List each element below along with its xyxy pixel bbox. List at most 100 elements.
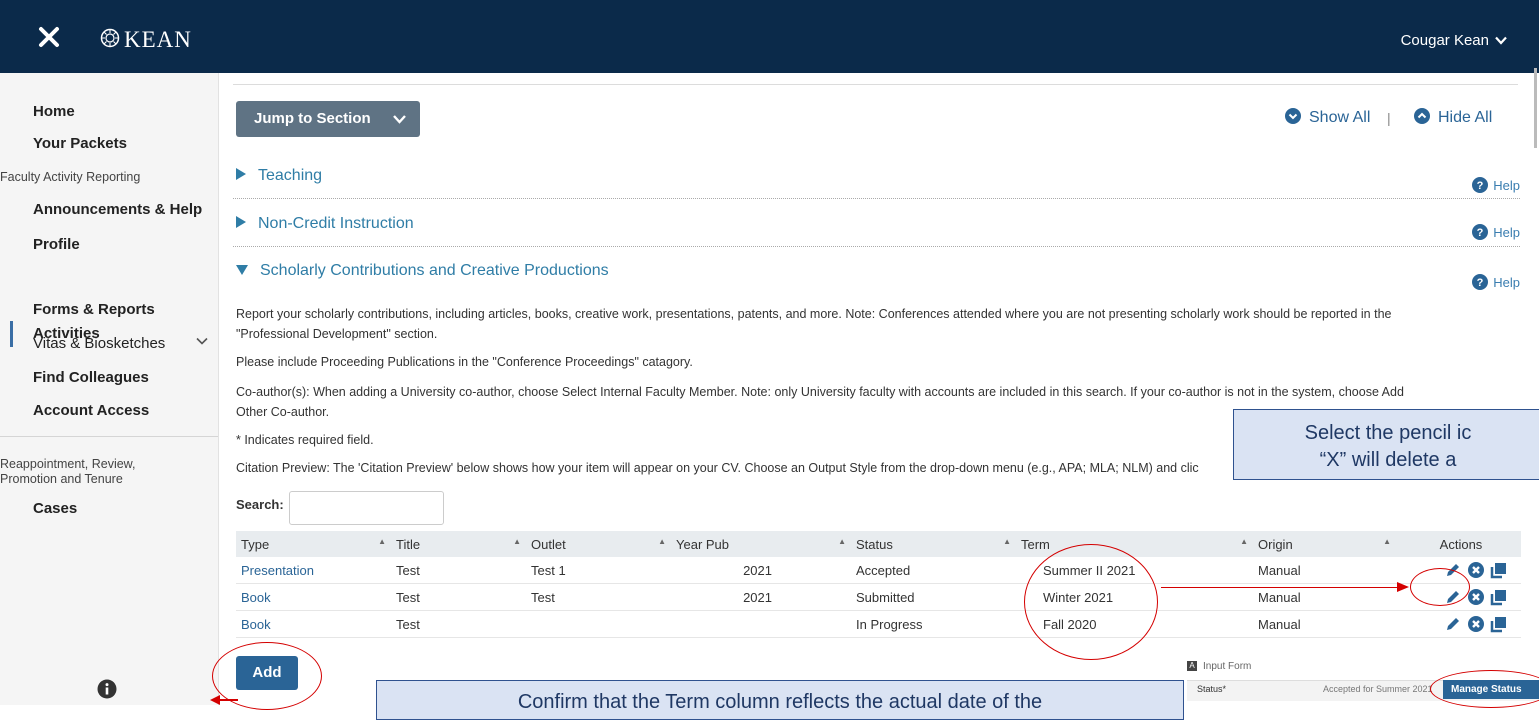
help-link[interactable]: ? Help <box>1472 177 1520 193</box>
section-scholarly-title: Scholarly Contributions and Creative Pro… <box>260 262 609 279</box>
section-teaching-title: Teaching <box>258 167 323 184</box>
table-row: Presentation Test Test 1 2021 Accepted S… <box>236 557 1521 584</box>
question-circle-icon: ? <box>1472 177 1489 193</box>
show-all-link[interactable]: Show All <box>1285 108 1370 127</box>
hide-all-link[interactable]: Hide All <box>1414 108 1492 127</box>
sidebar-item-find-colleagues[interactable]: Find Colleagues <box>33 369 149 386</box>
sort-icon: ▲ <box>378 536 386 546</box>
delete-x-icon[interactable] <box>1467 561 1485 579</box>
origin-cell: Manual <box>1258 610 1401 638</box>
sort-icon: ▲ <box>1003 536 1011 546</box>
sidebar-item-forms-reports[interactable]: Forms & Reports <box>33 301 155 318</box>
show-all-label: Show All <box>1309 109 1371 126</box>
instruction-text: "Professional Development" section. <box>236 327 438 341</box>
column-header-origin[interactable]: Origin ▲ <box>1258 531 1401 557</box>
help-label: Help <box>1493 275 1520 290</box>
origin-cell: Manual <box>1258 557 1401 584</box>
delete-x-icon[interactable] <box>1467 615 1485 633</box>
title-cell: Test <box>396 610 531 638</box>
chevron-down-icon[interactable] <box>196 335 208 347</box>
column-header-type[interactable]: Type ▲ <box>236 531 396 557</box>
info-icon[interactable] <box>97 679 117 699</box>
annotation-arrow-line <box>1161 587 1401 588</box>
year-cell <box>676 610 856 638</box>
section-divider <box>233 246 1520 247</box>
user-name: Cougar Kean <box>1400 32 1489 49</box>
column-header-title[interactable]: Title ▲ <box>396 531 531 557</box>
active-indicator <box>10 321 13 347</box>
caret-down-icon <box>236 265 248 275</box>
term-callout: Confirm that the Term column reflects th… <box>376 680 1184 720</box>
chevron-circle-down-icon <box>1285 108 1301 124</box>
chevron-down-icon <box>1495 36 1507 45</box>
type-link[interactable]: Presentation <box>241 563 314 578</box>
caret-right-icon <box>236 216 246 228</box>
sidebar: Home Your Packets Faculty Activity Repor… <box>0 73 219 705</box>
sort-icon: ▲ <box>838 536 846 546</box>
sidebar-divider <box>0 436 218 437</box>
outlet-cell: Test 1 <box>531 557 676 584</box>
instruction-text: Please include Proceeding Publications i… <box>236 355 693 369</box>
svg-text:?: ? <box>1477 227 1484 239</box>
close-menu-icon[interactable] <box>38 26 60 48</box>
outlet-cell: Test <box>531 583 676 611</box>
copy-icon[interactable] <box>1490 561 1508 579</box>
sidebar-group-faculty-activity-reporting: Faculty Activity Reporting <box>0 170 141 184</box>
sort-icon: ▲ <box>1383 536 1391 546</box>
sort-icon: ▲ <box>513 536 521 546</box>
pencil-edit-icon[interactable] <box>1444 615 1462 633</box>
search-input[interactable] <box>289 491 444 525</box>
scrollbar[interactable] <box>1534 68 1537 148</box>
copy-icon[interactable] <box>1490 588 1508 606</box>
top-divider <box>233 84 1518 85</box>
sidebar-item-announcements[interactable]: Announcements & Help <box>33 201 202 218</box>
section-scholarly[interactable]: Scholarly Contributions and Creative Pro… <box>236 262 609 280</box>
jump-to-section-button[interactable]: Jump to Section <box>236 101 420 137</box>
copy-icon[interactable] <box>1490 615 1508 633</box>
column-header-outlet[interactable]: Outlet ▲ <box>531 531 676 557</box>
arrowhead-icon <box>1397 582 1409 592</box>
help-label: Help <box>1493 225 1520 240</box>
help-link[interactable]: ? Help <box>1472 274 1520 290</box>
arrowhead-icon <box>210 695 238 705</box>
column-header-status[interactable]: Status ▲ <box>856 531 1021 557</box>
term-highlight-circle <box>1024 544 1158 660</box>
section-noncredit-title: Non-Credit Instruction <box>258 215 414 232</box>
type-link[interactable]: Book <box>241 617 271 632</box>
type-link[interactable]: Book <box>241 590 271 605</box>
help-link[interactable]: ? Help <box>1472 224 1520 240</box>
help-label: Help <box>1493 178 1520 193</box>
title-cell: Test <box>396 583 531 611</box>
sidebar-item-vitas[interactable]: Vitas & Biosketches <box>33 335 165 352</box>
sort-icon: ▲ <box>1240 536 1248 546</box>
delete-x-icon[interactable] <box>1467 588 1485 606</box>
thumbnail-letter: A <box>1187 661 1197 671</box>
sidebar-item-cases[interactable]: Cases <box>33 500 77 517</box>
table-header-row: Type ▲ Title ▲ Outlet ▲ Year Pub ▲ Status ▲ T… <box>236 531 1521 557</box>
thumbnail-title: Input Form <box>1203 661 1252 672</box>
brand-logo[interactable]: KEAN <box>124 27 192 53</box>
sidebar-item-profile[interactable]: Profile <box>33 236 80 253</box>
question-circle-icon: ? <box>1472 274 1489 290</box>
sidebar-item-account-access[interactable]: Account Access <box>33 402 149 419</box>
sidebar-item-your-packets[interactable]: Your Packets <box>33 135 127 152</box>
section-noncredit[interactable]: Non-Credit Instruction <box>236 215 414 233</box>
outlet-cell <box>531 610 676 638</box>
callout-line: Select the pencil ic <box>1304 422 1472 444</box>
svg-text:?: ? <box>1477 180 1484 192</box>
svg-text:?: ? <box>1477 277 1484 289</box>
sidebar-group-rprt-line1: Reappointment, Review, <box>0 457 136 471</box>
jump-label: Jump to Section <box>254 110 371 127</box>
user-menu[interactable]: Cougar Kean <box>1401 32 1507 49</box>
top-navbar: KEAN Cougar Kean <box>0 0 1539 73</box>
chevron-down-icon <box>393 115 406 124</box>
section-teaching[interactable]: Teaching <box>236 167 322 185</box>
column-header-year[interactable]: Year Pub ▲ <box>676 531 856 557</box>
chevron-circle-up-icon <box>1414 108 1430 124</box>
title-cell: Test <box>396 557 531 584</box>
sidebar-group-rprt-line2: Promotion and Tenure <box>0 472 123 486</box>
status-cell: Submitted <box>856 583 1021 611</box>
sort-icon: ▲ <box>658 536 666 546</box>
sidebar-item-home[interactable]: Home <box>33 103 75 120</box>
question-circle-icon: ? <box>1472 224 1489 240</box>
